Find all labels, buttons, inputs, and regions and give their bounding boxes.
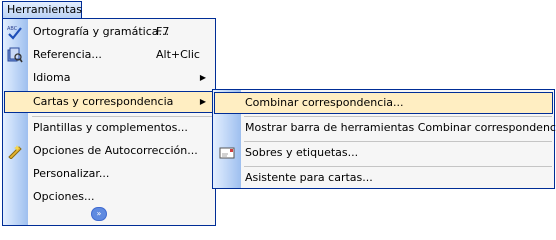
menu-item-autocorreccion[interactable]: Opciones de Autocorrección... (4, 140, 214, 162)
submenu-item-label: Combinar correspondencia... (245, 96, 404, 109)
menu-item-cartas[interactable]: Cartas y correspondencia ▶ (4, 91, 214, 113)
menu-item-shortcut: F7 (156, 25, 170, 38)
submenu-item-combinar[interactable]: Combinar correspondencia... (214, 92, 553, 114)
menu-item-shortcut: Alt+Clic (156, 48, 200, 61)
submenu-item-sobres[interactable]: Sobres y etiquetas... (214, 142, 553, 164)
research-icon (7, 47, 23, 63)
submenu-item-asistente[interactable]: Asistente para cartas... (214, 167, 553, 189)
menu-item-label: Referencia... (33, 48, 102, 61)
menu-item-label: Opciones de Autocorrección... (33, 144, 198, 157)
menu-item-label: Cartas y correspondencia (33, 95, 174, 108)
menu-item-label: Idioma (33, 71, 71, 84)
cartas-submenu: Combinar correspondencia... Mostrar barr… (212, 89, 556, 189)
menu-item-ortografia[interactable]: ABC Ortografía y gramática... F7 (4, 21, 214, 43)
menu-item-plantillas[interactable]: Plantillas y complementos... (4, 117, 214, 139)
svg-text:ABC: ABC (7, 26, 18, 32)
menu-herramientas[interactable]: Herramientas (2, 1, 82, 19)
submenu-item-label: Sobres y etiquetas... (245, 146, 359, 159)
menu-item-label: Plantillas y complementos... (33, 121, 188, 134)
menu-item-personalizar[interactable]: Personalizar... (4, 163, 214, 185)
autocorrect-icon (7, 143, 23, 160)
submenu-item-mostrar-barra[interactable]: Mostrar barra de herramientas Combinar c… (214, 117, 556, 139)
spellcheck-icon: ABC (7, 24, 23, 40)
menu-item-opciones[interactable]: Opciones... (4, 186, 214, 208)
submenu-arrow-icon: ▶ (199, 97, 206, 106)
menu-item-label: Opciones... (33, 190, 95, 203)
herramientas-dropdown: ABC Ortografía y gramática... F7 Referen… (2, 18, 216, 226)
chevron-double-down-icon[interactable]: » (91, 207, 107, 221)
envelope-icon (219, 146, 235, 160)
submenu-arrow-icon: ▶ (199, 73, 206, 82)
submenu-item-label: Asistente para cartas... (245, 171, 373, 184)
menu-item-label: Ortografía y gramática... (33, 25, 169, 38)
menu-item-referencia[interactable]: Referencia... Alt+Clic (4, 44, 214, 66)
menu-item-idioma[interactable]: Idioma ▶ (4, 67, 214, 89)
submenu-item-label: Mostrar barra de herramientas Combinar c… (245, 121, 556, 134)
menu-item-label: Personalizar... (33, 167, 110, 180)
